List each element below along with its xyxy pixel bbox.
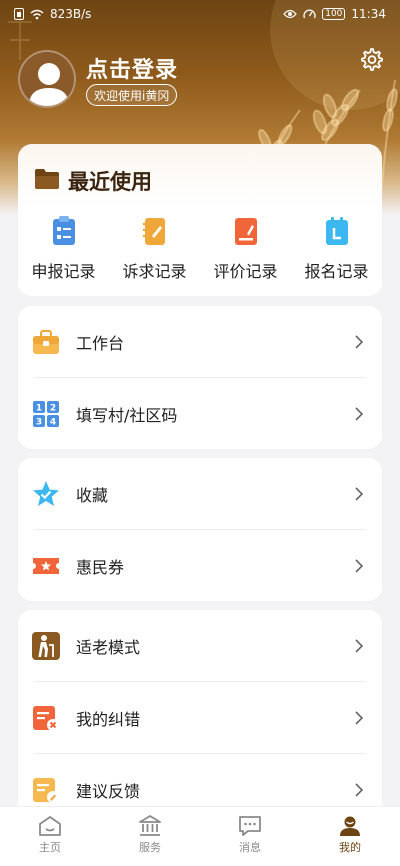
bottom-tab-bar: 主页 服务 消息 我的 <box>0 806 400 866</box>
briefcase-icon <box>32 328 60 356</box>
chevron-right-icon <box>355 334 364 349</box>
tab-label: 主页 <box>39 841 61 854</box>
star-icon <box>32 480 60 508</box>
menu-item-correction[interactable]: 我的纠错 <box>18 682 382 753</box>
chevron-right-icon <box>355 710 364 725</box>
menu-group-1: 工作台 1 2 3 4 填写村/社区码 <box>18 306 382 449</box>
signup-record-icon <box>323 216 351 250</box>
tab-service[interactable]: 服务 <box>100 807 200 866</box>
recent-item-label: 评价记录 <box>213 262 278 281</box>
evaluation-record-icon <box>232 216 260 250</box>
menu-item-elderly-mode[interactable]: 适老模式 <box>18 610 382 681</box>
recent-item-evaluation[interactable]: 评价记录 <box>200 216 291 282</box>
coupon-icon <box>32 552 60 580</box>
menu-item-label: 工作台 <box>76 333 125 353</box>
welcome-badge: 欢迎使用i黄冈 <box>86 84 178 106</box>
recent-item-label: 申报记录 <box>31 262 96 281</box>
profile-icon <box>340 816 360 836</box>
tab-label: 消息 <box>239 841 261 854</box>
recent-title: 最近使用 <box>68 170 152 194</box>
speedometer-icon <box>303 8 316 20</box>
avatar[interactable] <box>18 50 76 108</box>
settings-button[interactable] <box>358 46 384 72</box>
elderly-mode-icon <box>32 631 60 660</box>
tab-profile[interactable]: 我的 <box>300 807 400 866</box>
tab-message[interactable]: 消息 <box>200 807 300 866</box>
battery-indicator: 100 <box>322 8 346 20</box>
menu-item-label: 收藏 <box>76 485 109 505</box>
menu-item-label: 填写村/社区码 <box>76 405 178 425</box>
recent-item-label: 诉求记录 <box>122 262 187 281</box>
tab-label: 服务 <box>139 841 161 854</box>
correction-icon <box>32 704 60 732</box>
message-icon <box>239 816 261 836</box>
login-prompt[interactable]: 点击登录 <box>86 52 178 84</box>
appeal-record-icon <box>141 216 169 250</box>
menu-group-3: 适老模式 我的纠错 建议反馈 <box>18 610 382 825</box>
menu-item-favorites[interactable]: 收藏 <box>18 458 382 529</box>
menu-item-coupon[interactable]: 惠民券 <box>18 530 382 601</box>
number-grid-icon: 1 2 3 4 <box>32 400 60 428</box>
declare-record-icon <box>50 216 78 250</box>
recent-item-signup[interactable]: 报名记录 <box>291 216 382 282</box>
folder-icon <box>34 168 60 194</box>
network-speed: 823B/s <box>50 7 92 21</box>
menu-item-workbench[interactable]: 工作台 <box>18 306 382 377</box>
svg-text:1: 1 <box>36 403 42 413</box>
menu-group-2: 收藏 惠民券 <box>18 458 382 601</box>
gear-icon <box>361 48 383 71</box>
chevron-right-icon <box>355 406 364 421</box>
menu-item-label: 适老模式 <box>76 637 141 657</box>
recent-usage-card: 最近使用 申报记录 诉求记录 评价记录 报名记录 <box>18 144 382 296</box>
chevron-right-icon <box>355 558 364 573</box>
sim-card-icon <box>14 8 24 20</box>
recent-item-label: 报名记录 <box>304 262 369 281</box>
recent-item-declare[interactable]: 申报记录 <box>18 216 109 282</box>
wifi-icon <box>30 9 44 20</box>
chevron-right-icon <box>355 782 364 797</box>
chevron-right-icon <box>355 638 364 653</box>
menu-item-label: 我的纠错 <box>76 709 141 729</box>
home-icon <box>39 816 61 836</box>
menu-item-label: 惠民券 <box>76 557 125 577</box>
menu-item-community-code[interactable]: 1 2 3 4 填写村/社区码 <box>18 378 382 449</box>
tab-label: 我的 <box>339 841 361 854</box>
eye-icon <box>283 9 298 19</box>
menu-item-label: 建议反馈 <box>76 781 141 801</box>
chevron-right-icon <box>355 486 364 501</box>
service-icon <box>139 815 161 836</box>
clock: 11:34 <box>351 7 386 21</box>
svg-text:2: 2 <box>50 403 56 413</box>
svg-text:4: 4 <box>50 417 56 427</box>
svg-text:3: 3 <box>36 417 42 427</box>
status-bar: 823B/s 100 11:34 <box>0 0 400 28</box>
feedback-icon <box>32 776 60 804</box>
tab-home[interactable]: 主页 <box>0 807 100 866</box>
recent-item-appeal[interactable]: 诉求记录 <box>109 216 200 282</box>
